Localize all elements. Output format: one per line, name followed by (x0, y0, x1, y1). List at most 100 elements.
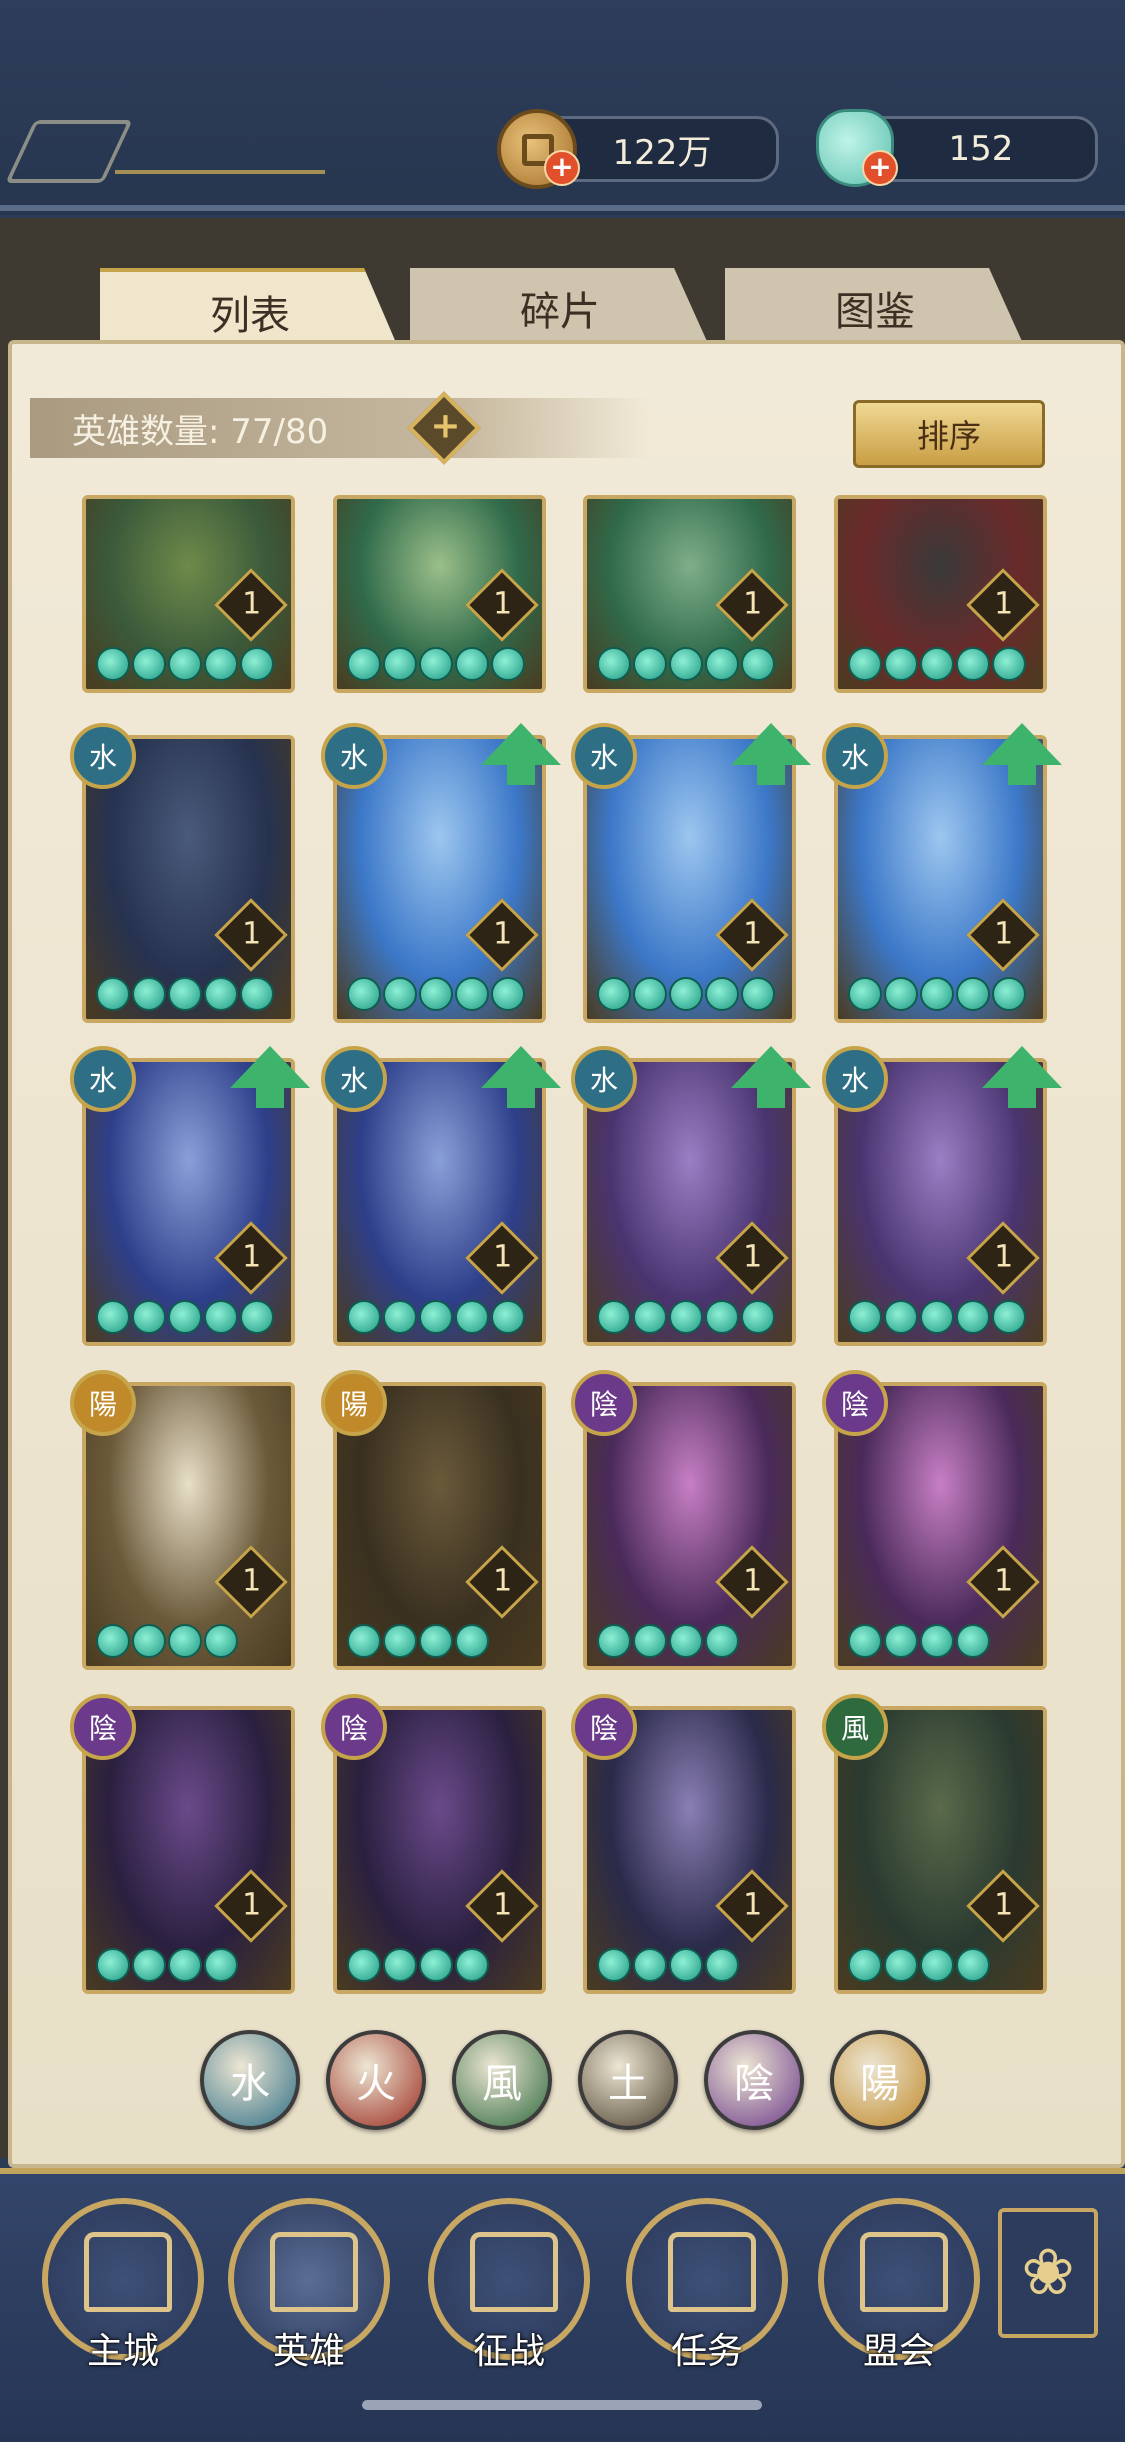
nav-scroll[interactable]: 任务 (626, 2198, 788, 2372)
upgrade-arrow-icon (230, 1046, 310, 1108)
flower-menu-icon[interactable]: ❀ (998, 2208, 1098, 2338)
hero-card[interactable]: 1 (834, 495, 1047, 693)
star-rating (347, 1624, 489, 1658)
shell-value: 152 (948, 129, 1014, 169)
jade-star-icon (669, 1300, 703, 1334)
jade-star-icon (597, 1300, 631, 1334)
element-filter-button[interactable]: 水 (200, 2030, 300, 2130)
add-shell-button[interactable]: + (862, 150, 898, 186)
coin-counter[interactable]: 122万 (545, 116, 779, 182)
level-value: 1 (994, 916, 1014, 952)
jade-star-icon (956, 1300, 990, 1334)
hero-portrait-icon (270, 2232, 358, 2312)
jade-star-icon (705, 1300, 739, 1334)
element-badge: 水 (571, 1046, 637, 1112)
jade-star-icon (347, 1948, 381, 1982)
jade-star-icon (491, 977, 525, 1011)
nav-hero-portrait[interactable]: 英雄 (228, 2198, 390, 2372)
nav-alliance-pavilion[interactable]: 盟会 (818, 2198, 980, 2372)
tab-label: 碎片 (520, 289, 600, 335)
element-badge: 水 (822, 1046, 888, 1112)
jade-star-icon (597, 647, 631, 681)
jade-star-icon (96, 1624, 130, 1658)
level-value: 1 (994, 1563, 1014, 1599)
jade-star-icon (920, 1300, 954, 1334)
hero-card[interactable]: 1 (583, 495, 796, 693)
jade-star-icon (168, 647, 202, 681)
jade-star-icon (669, 977, 703, 1011)
sort-button[interactable]: 排序 (853, 400, 1045, 468)
jade-star-icon (956, 647, 990, 681)
jade-star-icon (132, 647, 166, 681)
jade-star-icon (491, 1300, 525, 1334)
jade-star-icon (491, 647, 525, 681)
element-badge: 風 (822, 1694, 888, 1760)
element-filter-button[interactable]: 陰 (704, 2030, 804, 2130)
jade-star-icon (992, 647, 1026, 681)
nav-label: 主城 (86, 2331, 159, 2372)
jade-star-icon (597, 977, 631, 1011)
upgrade-arrow-icon (982, 1046, 1062, 1108)
nav-label: 征战 (472, 2331, 545, 2372)
jade-star-icon (383, 647, 417, 681)
jade-star-icon (455, 647, 489, 681)
jade-star-icon (848, 1624, 882, 1658)
jade-star-icon (884, 1624, 918, 1658)
jade-star-icon (669, 1948, 703, 1982)
hero-card[interactable]: 1 (333, 495, 546, 693)
element-badge: 水 (321, 1046, 387, 1112)
jade-star-icon (132, 1624, 166, 1658)
star-rating (848, 647, 1026, 681)
scroll-icon (668, 2232, 756, 2312)
hero-card[interactable]: 1 (82, 495, 295, 693)
jade-star-icon (132, 1300, 166, 1334)
level-value: 1 (242, 1887, 262, 1923)
jade-star-icon (240, 977, 274, 1011)
jade-star-icon (633, 1300, 667, 1334)
jade-star-icon (597, 1624, 631, 1658)
star-rating (848, 1624, 990, 1658)
jade-star-icon (741, 647, 775, 681)
tab-label: 图鉴 (835, 289, 915, 335)
shell-counter[interactable]: 152 (864, 116, 1098, 182)
jade-star-icon (204, 1624, 238, 1658)
jade-star-icon (956, 1624, 990, 1658)
upgrade-arrow-icon (982, 723, 1062, 785)
jade-star-icon (455, 1624, 489, 1658)
element-filter-button[interactable]: 土 (578, 2030, 678, 2130)
element-filter-button[interactable]: 火 (326, 2030, 426, 2130)
star-rating (597, 977, 775, 1011)
star-rating (96, 1300, 274, 1334)
tab-label: 列表 (210, 293, 290, 339)
jade-star-icon (455, 1300, 489, 1334)
jade-star-icon (920, 977, 954, 1011)
upgrade-arrow-icon (731, 723, 811, 785)
jade-star-icon (383, 1300, 417, 1334)
jade-star-icon (848, 977, 882, 1011)
jade-star-icon (204, 1300, 238, 1334)
jade-star-icon (383, 1624, 417, 1658)
jade-star-icon (132, 977, 166, 1011)
hero-count-label: 英雄数量: 77/80 (72, 411, 329, 452)
nav-city-gate[interactable]: 主城 (42, 2198, 204, 2372)
alliance-pavilion-icon (860, 2232, 948, 2312)
nav-war-drum[interactable]: 征战 (428, 2198, 590, 2372)
war-drum-icon (470, 2232, 558, 2312)
jade-star-icon (96, 1948, 130, 1982)
element-filter-button[interactable]: 風 (452, 2030, 552, 2130)
tab-fragments[interactable]: 碎片 (410, 268, 710, 348)
jade-star-icon (920, 1948, 954, 1982)
tab-collection[interactable]: 图鉴 (725, 268, 1025, 348)
level-value: 1 (994, 586, 1014, 622)
star-rating (597, 647, 775, 681)
element-filter-button[interactable]: 陽 (830, 2030, 930, 2130)
jade-star-icon (347, 977, 381, 1011)
jade-star-icon (419, 1624, 453, 1658)
level-value: 1 (242, 1239, 262, 1275)
level-value: 1 (743, 916, 763, 952)
home-indicator[interactable] (362, 2400, 762, 2410)
jade-star-icon (633, 1624, 667, 1658)
jade-star-icon (96, 977, 130, 1011)
add-coin-button[interactable]: + (544, 150, 580, 186)
level-value: 1 (242, 916, 262, 952)
